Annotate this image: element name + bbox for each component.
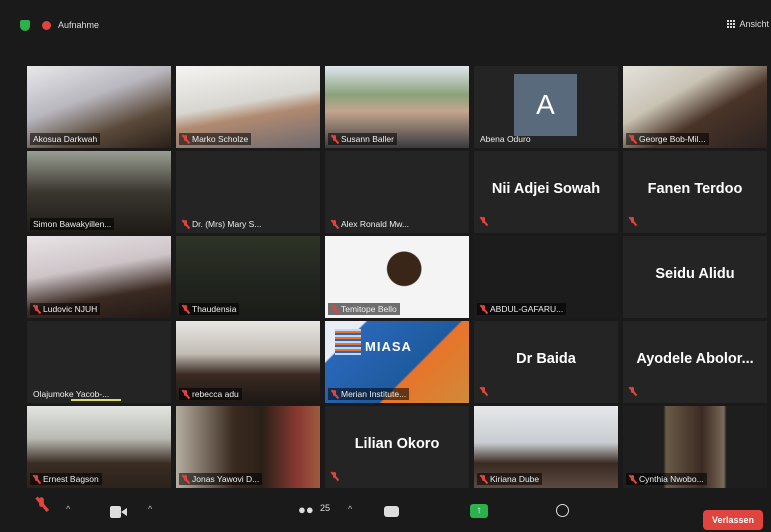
participant-tile[interactable]: Cynthia Nwobo... [623, 406, 767, 488]
mic-muted-icon [36, 497, 47, 511]
participant-tile[interactable]: Kiriana Dube [474, 406, 618, 488]
participant-tile[interactable]: Susann Baller [325, 66, 469, 148]
participant-name-large: Dr Baida [516, 351, 576, 367]
share-screen-icon: ↑ [470, 504, 488, 518]
muted-mic-icon [182, 389, 189, 399]
chat-button[interactable] [384, 506, 399, 517]
participant-tile[interactable]: Temitope Bello [325, 236, 469, 318]
video-gallery: Akosua Darkwah Marko Scholze Susann Ball… [27, 66, 769, 490]
video-button[interactable] [110, 506, 127, 518]
name-tag: George Bob-Mil... [626, 133, 709, 145]
reactions-button[interactable] [556, 504, 569, 517]
participant-name-large: Ayodele Abolor... [636, 351, 754, 367]
name-tag: Alex Ronald Mw... [328, 218, 412, 230]
speaking-indicator [71, 399, 121, 401]
name-tag: Kiriana Dube [477, 473, 543, 485]
muted-mic-icon [480, 217, 487, 226]
audio-options-chevron-icon[interactable]: ^ [66, 504, 70, 514]
recording-label: Aufnahme [58, 20, 100, 30]
view-label: Ansicht [739, 19, 769, 29]
participant-tile[interactable]: rebecca adu [176, 321, 320, 403]
participant-tile[interactable]: Lilian Okoro [325, 406, 469, 488]
muted-mic-icon [629, 474, 636, 484]
reactions-icon [556, 504, 569, 517]
name-tag: Ludovic NJUH [30, 303, 101, 315]
muted-mic-icon [629, 134, 636, 144]
participants-button[interactable]: ●● [298, 502, 314, 517]
participant-tile-active-speaker[interactable]: Simon Bawakyillen... [27, 151, 171, 233]
participant-count: 25 [320, 503, 331, 513]
participant-tile[interactable]: Dr Baida [474, 321, 618, 403]
muted-mic-icon [480, 304, 487, 314]
participants-options-chevron-icon[interactable]: ^ [348, 504, 352, 514]
muted-mic-icon [629, 387, 636, 396]
video-options-chevron-icon[interactable]: ^ [148, 504, 152, 514]
name-tag: Simon Bawakyillen... [30, 218, 115, 230]
recording-icon[interactable] [42, 21, 51, 30]
participant-name-large: Fanen Terdoo [647, 181, 743, 197]
muted-mic-icon [182, 219, 189, 229]
participant-tile[interactable]: Marko Scholze [176, 66, 320, 148]
name-tag: Temitope Bello [328, 303, 400, 315]
meeting-toolbar: ^ ^ ●● 25 ^ ↑ Verlassen [0, 494, 771, 532]
muted-mic-icon [33, 304, 40, 314]
name-tag: rebecca adu [179, 388, 242, 400]
participant-tile[interactable]: MIASA Merian Institute... [325, 321, 469, 403]
participant-tile[interactable]: Ludovic NJUH [27, 236, 171, 318]
name-tag: Akosua Darkwah [30, 133, 101, 145]
participant-tile[interactable]: Nii Adjei Sowah [474, 151, 618, 233]
institute-logo-icon [335, 329, 361, 355]
name-tag: Dr. (Mrs) Mary S... [179, 218, 264, 230]
security-shield-icon[interactable] [20, 20, 30, 31]
name-tag: Ernest Bagson [30, 473, 102, 485]
muted-mic-icon [33, 474, 40, 484]
name-tag: ABDUL-GAFARU... [477, 303, 567, 315]
muted-mic-icon [331, 472, 338, 481]
participant-tile[interactable]: Jonas Yawovi D... [176, 406, 320, 488]
participant-name-large: Nii Adjei Sowah [491, 181, 601, 197]
participant-tile[interactable]: ABDUL-GAFARU... [474, 236, 618, 318]
name-tag: Jonas Yawovi D... [179, 473, 263, 485]
name-tag: Merian Institute... [328, 388, 410, 400]
participant-name-large: Lilian Okoro [354, 436, 440, 452]
chat-icon [384, 506, 399, 517]
view-button[interactable]: Ansicht [727, 19, 769, 29]
participant-tile[interactable]: Dr. (Mrs) Mary S... [176, 151, 320, 233]
participant-tile[interactable]: Thaudensia [176, 236, 320, 318]
avatar: A [514, 74, 577, 136]
institute-logo-text: MIASA [365, 339, 412, 354]
muted-mic-icon [182, 134, 189, 144]
muted-mic-icon [331, 219, 338, 229]
participant-tile[interactable]: Ayodele Abolor... [623, 321, 767, 403]
participant-name-large: Seidu Alidu [655, 266, 735, 282]
name-tag: Thaudensia [179, 303, 240, 315]
grid-view-icon [727, 19, 736, 29]
name-tag: Marko Scholze [179, 133, 252, 145]
muted-mic-icon [331, 134, 338, 144]
participant-tile[interactable]: Ernest Bagson [27, 406, 171, 488]
name-tag: Abena Oduro [480, 134, 531, 144]
participant-tile[interactable]: Fanen Terdoo [623, 151, 767, 233]
muted-mic-icon [331, 389, 338, 399]
participant-tile[interactable]: George Bob-Mil... [623, 66, 767, 148]
muted-mic-icon [182, 304, 189, 314]
name-tag: Cynthia Nwobo... [626, 473, 707, 485]
participants-icon: ●● [298, 502, 314, 517]
muted-mic-icon [480, 387, 487, 396]
participant-tile[interactable]: Alex Ronald Mw... [325, 151, 469, 233]
camera-icon [110, 506, 127, 518]
share-screen-button[interactable]: ↑ [470, 504, 488, 518]
participant-tile[interactable]: Seidu Alidu [623, 236, 767, 318]
mute-button[interactable] [36, 497, 47, 511]
participant-tile[interactable]: Olajumoke Yacob-... [27, 321, 171, 403]
participant-tile[interactable]: A Abena Oduro [474, 66, 618, 148]
participant-tile[interactable]: Akosua Darkwah [27, 66, 171, 148]
muted-mic-icon [182, 474, 189, 484]
muted-mic-icon [480, 474, 487, 484]
top-bar: Aufnahme Ansicht [0, 0, 771, 40]
muted-mic-icon [629, 217, 636, 226]
name-tag: Susann Baller [328, 133, 397, 145]
muted-mic-icon [331, 304, 338, 314]
leave-button[interactable]: Verlassen [702, 510, 763, 530]
